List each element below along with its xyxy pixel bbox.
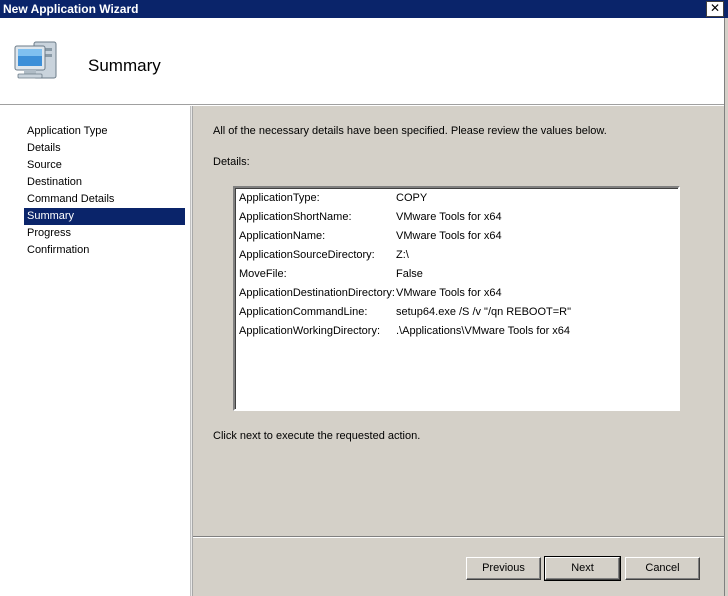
detail-row: ApplicationType: COPY [239,189,427,208]
detail-value: False [396,268,423,280]
step-progress: Progress [27,227,72,239]
step-command-details: Command Details [27,193,115,205]
detail-value: VMware Tools for x64 [396,287,502,299]
step-summary: Summary [24,208,185,225]
step-source: Source [27,159,62,171]
detail-key: ApplicationShortName: [239,211,352,223]
next-instruction-text: Click next to execute the requested acti… [213,430,421,442]
close-button[interactable]: ✕ [706,1,724,17]
detail-value: setup64.exe /S /v "/qn REBOOT=R" [396,306,572,318]
detail-key: ApplicationWorkingDirectory: [239,325,381,337]
details-label: Details: [213,156,250,168]
detail-value: COPY [396,192,428,204]
wizard-button-bar: Previous Next Cancel [193,536,728,596]
detail-value: VMware Tools for x64 [396,211,502,223]
step-details: Details [27,142,61,154]
detail-key: ApplicationType: [239,192,320,204]
summary-panel: All of the necessary details have been s… [193,106,728,536]
step-application-type: Application Type [27,125,108,137]
detail-row: ApplicationDestinationDirectory:VMware T… [239,284,502,303]
detail-value: VMware Tools for x64 [396,230,502,242]
next-button[interactable]: Next [544,556,621,581]
detail-row: ApplicationName: VMware Tools for x64 [239,227,502,246]
detail-row: ApplicationShortName: VMware Tools for x6… [239,208,502,227]
detail-row: ApplicationWorkingDirectory: .\Applicatio… [239,322,570,341]
detail-key: MoveFile: [239,268,287,280]
details-textbox[interactable]: ApplicationType: COPY ApplicationShortNam… [233,186,680,411]
detail-key: ApplicationName: [239,230,326,242]
window-right-border [724,18,728,596]
intro-text: All of the necessary details have been s… [213,125,607,137]
window-title: New Application Wizard [3,2,139,16]
cancel-button[interactable]: Cancel [625,557,700,580]
wizard-header: Summary [0,18,728,106]
detail-key: ApplicationSourceDirectory: [239,249,375,261]
detail-row: ApplicationCommandLine: setup64.exe /S /v… [239,303,571,322]
detail-key: ApplicationCommandLine: [239,306,368,318]
detail-row: ApplicationSourceDirectory: Z:\ [239,246,409,265]
page-title: Summary [88,56,161,75]
detail-value: Z:\ [396,249,409,261]
title-bar: New Application Wizard ✕ [0,0,728,18]
step-destination: Destination [27,176,83,188]
detail-value: .\Applications\VMware Tools for x64 [396,325,571,337]
detail-key: ApplicationDestinationDirectory: [239,287,395,299]
previous-button[interactable]: Previous [466,557,541,580]
wizard-steps-sidebar: Application Type Details Source Destinat… [0,106,190,596]
close-icon: ✕ [709,1,721,15]
step-confirmation: Confirmation [27,244,90,256]
detail-row: MoveFile: False [239,265,423,284]
computer-icon [14,41,57,79]
